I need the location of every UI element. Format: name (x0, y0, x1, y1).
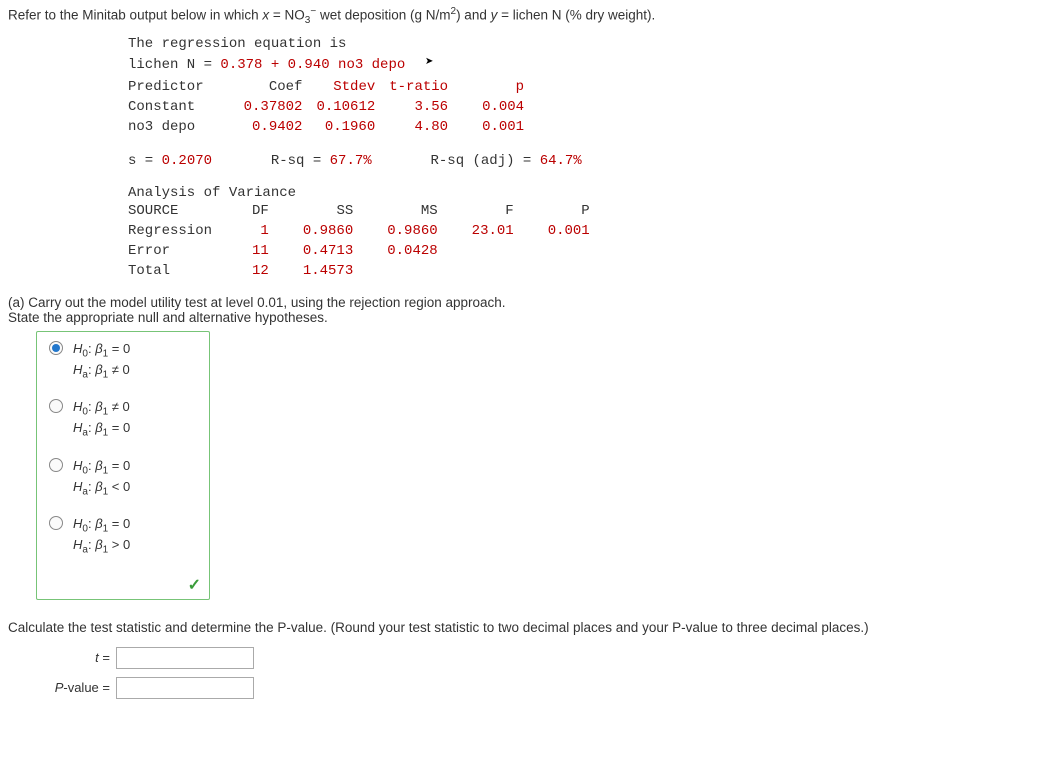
row-constant-tratio: 3.56 (389, 97, 462, 117)
hdr-predictor: Predictor (128, 77, 244, 97)
row-no3-name: no3 depo (128, 117, 244, 137)
anova-regression-df: 1 (252, 221, 283, 241)
anova-hdr-ms: MS (367, 201, 451, 221)
question-a-line2: State the appropriate null and alternati… (8, 310, 1038, 325)
intro-xdesc: wet deposition (g N/m (316, 8, 450, 23)
anova-regression-f: 23.01 (452, 221, 528, 241)
pvalue-label: P-value = (18, 680, 110, 695)
anova-error-df: 11 (252, 241, 283, 261)
row-constant-p: 0.004 (462, 97, 538, 117)
hdr-p: p (462, 77, 538, 97)
anova-hdr-source: SOURCE (128, 201, 252, 221)
anova-hdr-df: DF (252, 201, 283, 221)
radio-button-1[interactable] (49, 341, 63, 355)
intro-xdesc2: ) and (456, 8, 491, 23)
anova-regression-ms: 0.9860 (367, 221, 451, 241)
question-a-line1: (a) Carry out the model utility test at … (8, 295, 1038, 310)
hdr-stdev: Stdev (316, 77, 389, 97)
intro-xeq: = NO (269, 8, 305, 23)
radio-option-1[interactable]: H0: β1 = 0 Ha: β1 ≠ 0 (49, 340, 197, 382)
anova-error-ss: 0.4713 (283, 241, 367, 261)
minitab-output: The regression equation is lichen N = 0.… (128, 36, 1038, 281)
regression-line2: lichen N = 0.378 + 0.940 no3 depo➤ (128, 56, 1038, 73)
predictor-table: Predictor Coef Stdev t-ratio p Constant … (128, 77, 538, 137)
cursor-icon: ➤ (425, 54, 433, 71)
intro-prefix: Refer to the Minitab output below in whi… (8, 8, 262, 23)
row-no3-tratio: 4.80 (389, 117, 462, 137)
radio-option-4[interactable]: H0: β1 = 0 Ha: β1 > 0 (49, 515, 197, 557)
anova-hdr-ss: SS (283, 201, 367, 221)
radio-button-3[interactable] (49, 458, 63, 472)
anova-total-df: 12 (252, 261, 283, 281)
t-label: t = (48, 650, 110, 665)
anova-hdr-f: F (452, 201, 528, 221)
row-no3-p: 0.001 (462, 117, 538, 137)
option-4-text: H0: β1 = 0 Ha: β1 > 0 (73, 515, 130, 557)
intro-text: Refer to the Minitab output below in whi… (8, 6, 1038, 26)
anova-table: SOURCE DF SS MS F P Regression 1 0.9860 … (128, 201, 604, 281)
pvalue-input-row: P-value = (18, 677, 1038, 699)
hdr-coef: Coef (244, 77, 317, 97)
anova-total-ss: 1.4573 (283, 261, 367, 281)
row-no3-coef: 0.9402 (244, 117, 317, 137)
intro-ydesc: = lichen N (% dry weight). (497, 8, 655, 23)
checkmark-icon: ✓ (188, 575, 201, 595)
anova-error-source: Error (128, 241, 252, 261)
anova-regression-ss: 0.9860 (283, 221, 367, 241)
question-a: (a) Carry out the model utility test at … (8, 295, 1038, 325)
radio-button-2[interactable] (49, 399, 63, 413)
pvalue-input[interactable] (116, 677, 254, 699)
row-no3-stdev: 0.1960 (316, 117, 389, 137)
calc-prompt: Calculate the test statistic and determi… (8, 620, 1038, 635)
hdr-tratio: t-ratio (389, 77, 462, 97)
radio-option-2[interactable]: H0: β1 ≠ 0 Ha: β1 = 0 (49, 398, 197, 440)
t-input[interactable] (116, 647, 254, 669)
anova-hdr-p: P (528, 201, 604, 221)
anova-total-source: Total (128, 261, 252, 281)
anova-title: Analysis of Variance (128, 185, 1038, 201)
option-1-text: H0: β1 = 0 Ha: β1 ≠ 0 (73, 340, 130, 382)
row-constant-coef: 0.37802 (244, 97, 317, 117)
option-2-text: H0: β1 ≠ 0 Ha: β1 = 0 (73, 398, 130, 440)
radio-button-4[interactable] (49, 516, 63, 530)
hypothesis-options-box: H0: β1 = 0 Ha: β1 ≠ 0 H0: β1 ≠ 0 Ha: β1 … (36, 331, 210, 600)
row-constant-name: Constant (128, 97, 244, 117)
anova-error-ms: 0.0428 (367, 241, 451, 261)
stat-summary-line: s = 0.2070 R-sq = 67.7% R-sq (adj) = 64.… (128, 153, 1038, 169)
t-input-row: t = (48, 647, 1038, 669)
row-constant-stdev: 0.10612 (316, 97, 389, 117)
anova-regression-p: 0.001 (528, 221, 604, 241)
regression-line1: The regression equation is (128, 36, 1038, 52)
anova-regression-source: Regression (128, 221, 252, 241)
radio-option-3[interactable]: H0: β1 = 0 Ha: β1 < 0 (49, 457, 197, 499)
option-3-text: H0: β1 = 0 Ha: β1 < 0 (73, 457, 130, 499)
